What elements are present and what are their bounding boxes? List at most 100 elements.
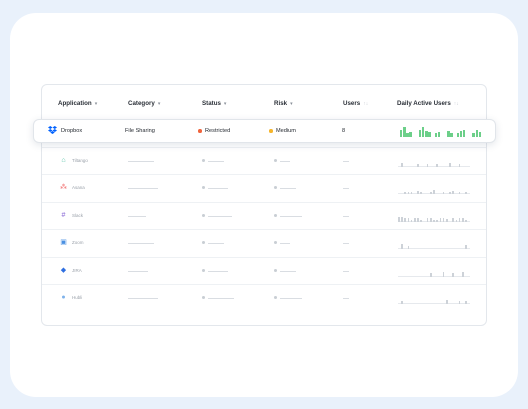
sparkline-bar xyxy=(465,301,467,304)
dau-sparkline xyxy=(398,285,470,312)
sparkline-bar xyxy=(465,245,467,250)
sparkline-bar xyxy=(462,217,464,222)
sparkline-bar xyxy=(462,272,464,277)
sparkline-bar xyxy=(410,219,413,222)
status-dot-icon xyxy=(202,241,205,245)
app-category: File Sharing xyxy=(125,128,155,134)
sparkline-bar xyxy=(472,132,475,137)
sparkline-bar xyxy=(446,299,448,304)
table-row[interactable]: ⌂ Tiltango xyxy=(42,147,486,175)
risk-placeholder xyxy=(280,215,302,217)
col-application-label: Application xyxy=(58,100,92,107)
category-placeholder xyxy=(128,161,154,162)
status-placeholder xyxy=(208,270,228,272)
sparkline-bar xyxy=(426,218,429,222)
table-row[interactable]: ▣ Zoom xyxy=(42,229,486,257)
status-badge: Restricted xyxy=(205,128,231,134)
sparkline-bar xyxy=(433,219,435,222)
dau-sparkline xyxy=(400,125,482,137)
sparkline-bar xyxy=(455,219,458,222)
sparkline-bar xyxy=(404,217,406,222)
dau-sparkline xyxy=(398,203,470,230)
sparkline-bar xyxy=(433,190,435,195)
sparkline-bar xyxy=(430,192,432,195)
table-row[interactable]: ● Hubli xyxy=(42,284,486,312)
sparkline-bar xyxy=(403,127,406,137)
sparkline-bar xyxy=(458,163,461,167)
sparkline-bar xyxy=(449,192,451,195)
sparkline-bar xyxy=(426,164,429,167)
sparkline-bar xyxy=(430,218,432,222)
sparkline-bar xyxy=(458,192,461,195)
sparkline-bar xyxy=(401,162,403,167)
table-row[interactable]: # Slack xyxy=(42,201,486,230)
sparkline-bar xyxy=(407,245,410,250)
sparkline-bar xyxy=(452,218,454,222)
col-users-label: Users xyxy=(343,100,361,107)
sort-icon: ↑↓ xyxy=(363,101,369,107)
sparkline-bar xyxy=(434,133,438,137)
sparkline-bar xyxy=(465,192,467,195)
status-dot-icon xyxy=(202,268,205,272)
sparkline-bar xyxy=(439,217,442,222)
risk-badge: Medium xyxy=(276,128,296,134)
dau-sparkline xyxy=(398,258,470,285)
risk-dot-icon xyxy=(274,296,277,299)
app-name: Hubli xyxy=(72,295,83,300)
sparkline-bar xyxy=(465,219,467,222)
app-name: Tiltango xyxy=(72,158,88,163)
status-placeholder xyxy=(208,215,232,217)
sparkline-bar xyxy=(407,217,410,222)
sparkline-bar xyxy=(450,132,453,137)
sparkline-bar xyxy=(436,163,438,167)
col-category[interactable]: Category ▾ xyxy=(128,100,160,107)
sparkline-bar xyxy=(428,132,431,137)
sparkline-bar xyxy=(446,219,448,222)
sparkline-bar xyxy=(417,217,419,222)
status-dot-icon xyxy=(202,159,205,162)
status-placeholder xyxy=(208,188,228,190)
col-status[interactable]: Status ▾ xyxy=(202,100,226,107)
app-name: Dropbox xyxy=(61,128,83,134)
dropbox-icon xyxy=(48,126,57,134)
sparkline-bar xyxy=(478,131,482,137)
tiltango-icon: ⌂ xyxy=(61,157,66,164)
sparkline-bar xyxy=(442,191,445,195)
users-placeholder xyxy=(343,243,349,245)
risk-dot-icon xyxy=(274,186,277,190)
col-application[interactable]: Application ▾ xyxy=(58,100,97,107)
category-placeholder xyxy=(128,298,158,299)
status-dot-icon xyxy=(202,296,205,299)
sparkline-bar xyxy=(401,244,403,250)
status-dot-icon xyxy=(202,213,205,217)
sparkline-bar xyxy=(417,190,419,195)
sparkline-bar xyxy=(430,273,432,277)
table-row[interactable]: ◆ JIRA xyxy=(42,256,486,285)
zoom-icon: ▣ xyxy=(60,239,67,247)
sparkline-bar xyxy=(458,300,461,304)
sparkline-bar xyxy=(458,218,461,222)
sparkline-bar xyxy=(400,130,403,137)
category-placeholder xyxy=(128,243,154,245)
col-status-label: Status xyxy=(202,100,221,107)
sparkline-bar xyxy=(449,162,451,167)
risk-placeholder xyxy=(280,270,296,272)
risk-dot-icon xyxy=(274,213,277,217)
dau-sparkline xyxy=(398,175,470,202)
users-count: 8 xyxy=(342,128,346,134)
col-dau[interactable]: Daily Active Users ↑↓ xyxy=(397,100,459,107)
status-placeholder xyxy=(208,298,234,299)
sparkline-bar xyxy=(420,219,422,222)
sparkline-bar xyxy=(452,190,454,195)
table-row[interactable]: ⁂ Asana xyxy=(42,174,486,202)
sparkline-bar xyxy=(442,217,445,222)
col-risk[interactable]: Risk ▾ xyxy=(274,100,293,107)
sparkline-bar xyxy=(447,131,450,137)
col-users[interactable]: Users ↑↓ xyxy=(343,100,368,107)
featured-row-dropbox[interactable]: Dropbox File Sharing Restricted Medium 8 xyxy=(33,119,496,143)
users-placeholder xyxy=(343,188,349,190)
risk-dot-icon xyxy=(274,159,277,162)
risk-dot-icon xyxy=(274,268,277,272)
jira-icon: ◆ xyxy=(60,266,67,274)
app-name: Zoom xyxy=(72,240,84,246)
